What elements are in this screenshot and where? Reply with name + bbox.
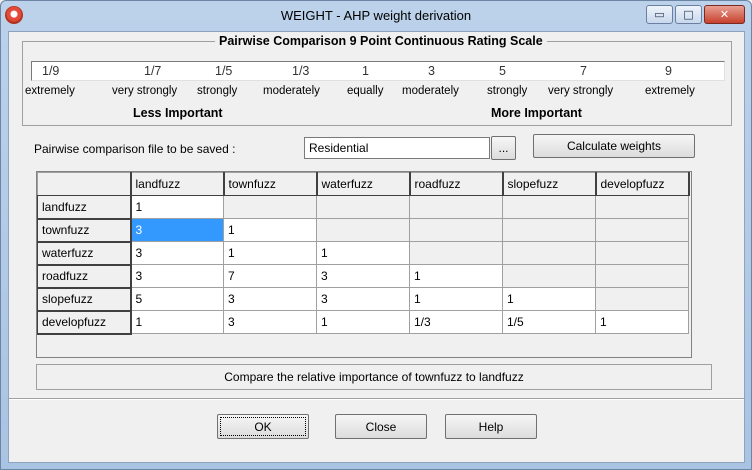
matrix-cell[interactable]: 5 xyxy=(130,287,224,311)
matrix-cell[interactable]: 1 xyxy=(409,264,503,288)
scale-word: extremely xyxy=(645,85,695,97)
matrix-cell xyxy=(502,218,596,242)
scale-word: strongly xyxy=(197,85,238,97)
matrix-cell xyxy=(316,195,410,219)
scale-value: 1/9 xyxy=(42,64,60,78)
scale-value: 1 xyxy=(362,64,369,78)
table-row: slopefuzz 5 3 3 1 1 xyxy=(37,287,689,312)
matrix-cell[interactable]: 3 xyxy=(316,287,410,311)
title-bar[interactable]: WEIGHT - AHP weight derivation ▭ □ ✕ xyxy=(1,1,751,31)
comparison-prompt: Compare the relative importance of townf… xyxy=(36,364,712,390)
table-row: waterfuzz 3 1 1 xyxy=(37,241,689,266)
footer-divider xyxy=(9,398,744,400)
window-title: WEIGHT - AHP weight derivation xyxy=(280,8,472,23)
scale-word: strongly xyxy=(487,85,528,97)
browse-file-button[interactable]: ... xyxy=(491,136,516,160)
scale-word: very strongly xyxy=(548,85,614,97)
matrix-cell[interactable]: 3 xyxy=(316,264,410,288)
calculate-weights-button[interactable]: Calculate weights xyxy=(533,134,695,158)
matrix-col-header: slopefuzz xyxy=(502,172,597,196)
matrix-row-header: slopefuzz xyxy=(37,287,132,312)
table-row: roadfuzz 3 7 3 1 xyxy=(37,264,689,289)
matrix-cell[interactable]: 7 xyxy=(223,264,317,288)
scale-value: 1/7 xyxy=(144,64,162,78)
scale-word: very strongly xyxy=(112,85,178,97)
maximize-button[interactable]: □ xyxy=(675,5,702,24)
dialog-window: WEIGHT - AHP weight derivation ▭ □ ✕ Pai… xyxy=(0,0,752,470)
matrix-row-header: waterfuzz xyxy=(37,241,132,266)
pairwise-matrix: landfuzz townfuzz waterfuzz roadfuzz slo… xyxy=(36,171,692,358)
scale-value: 1/3 xyxy=(292,64,310,78)
rating-scale-group: Pairwise Comparison 9 Point Continuous R… xyxy=(22,34,732,126)
matrix-cell xyxy=(502,264,596,288)
scale-value: 7 xyxy=(580,64,587,78)
scale-word: extremely xyxy=(25,85,75,97)
matrix-cell xyxy=(595,264,689,288)
table-row: landfuzz 1 xyxy=(37,195,689,220)
matrix-cell[interactable]: 3 xyxy=(130,264,224,288)
matrix-cell[interactable]: 1/3 xyxy=(409,310,503,334)
more-important-label: More Important xyxy=(491,106,582,120)
matrix-cell[interactable]: 1/5 xyxy=(502,310,596,334)
matrix-col-header: landfuzz xyxy=(130,172,225,196)
dialog-client: Pairwise Comparison 9 Point Continuous R… xyxy=(8,31,745,463)
close-button[interactable]: Close xyxy=(335,414,427,439)
scale-value: 5 xyxy=(499,64,506,78)
matrix-cell xyxy=(223,195,317,219)
scale-value: 1/5 xyxy=(215,64,233,78)
comparison-file-input[interactable]: Residential xyxy=(304,137,490,159)
matrix-cell[interactable]: 1 xyxy=(409,287,503,311)
scale-word: equally xyxy=(347,85,384,97)
matrix-cell[interactable]: 3 xyxy=(223,310,317,334)
rating-scale-title: Pairwise Comparison 9 Point Continuous R… xyxy=(215,34,547,48)
matrix-row-header: landfuzz xyxy=(37,195,132,220)
matrix-cell[interactable]: 1 xyxy=(223,218,317,242)
matrix-corner xyxy=(37,172,132,196)
matrix-cell[interactable]: 1 xyxy=(130,310,224,334)
matrix-cell xyxy=(502,241,596,265)
matrix-col-header: developfuzz xyxy=(595,172,690,196)
matrix-cell[interactable]: 1 xyxy=(316,310,410,334)
matrix-cell xyxy=(409,241,503,265)
matrix-cell xyxy=(409,218,503,242)
matrix-cell[interactable]: 3 xyxy=(223,287,317,311)
matrix-cell xyxy=(595,218,689,242)
matrix-cell xyxy=(595,195,689,219)
matrix-cell xyxy=(595,287,689,311)
matrix-row-header: roadfuzz xyxy=(37,264,132,289)
matrix-cell xyxy=(502,195,596,219)
matrix-cell[interactable]: 3 xyxy=(130,218,224,242)
matrix-cell[interactable]: 1 xyxy=(223,241,317,265)
matrix-cell xyxy=(316,218,410,242)
scale-value: 3 xyxy=(428,64,435,78)
matrix-cell[interactable]: 3 xyxy=(130,241,224,265)
matrix-col-header: roadfuzz xyxy=(409,172,504,196)
matrix-cell[interactable]: 1 xyxy=(130,195,224,219)
minimize-button[interactable]: ▭ xyxy=(646,5,673,24)
table-row: townfuzz 3 1 xyxy=(37,218,689,243)
matrix-cell xyxy=(595,241,689,265)
matrix-cell[interactable]: 1 xyxy=(316,241,410,265)
matrix-cell[interactable]: 1 xyxy=(595,310,689,334)
matrix-row-header: developfuzz xyxy=(37,310,132,335)
matrix-col-header: waterfuzz xyxy=(316,172,411,196)
matrix-cell[interactable]: 1 xyxy=(502,287,596,311)
scale-word: moderately xyxy=(263,85,320,97)
comparison-file-label: Pairwise comparison file to be saved : xyxy=(34,142,236,156)
matrix-cell xyxy=(409,195,503,219)
matrix-col-header: townfuzz xyxy=(223,172,318,196)
ok-button[interactable]: OK xyxy=(217,414,309,439)
rating-scale-bar xyxy=(31,61,725,81)
less-important-label: Less Important xyxy=(133,106,223,120)
table-row: developfuzz 1 3 1 1/3 1/5 1 xyxy=(37,310,689,335)
scale-value: 9 xyxy=(665,64,672,78)
scale-word: moderately xyxy=(402,85,459,97)
matrix-header-row: landfuzz townfuzz waterfuzz roadfuzz slo… xyxy=(37,172,690,196)
close-window-button[interactable]: ✕ xyxy=(704,5,745,24)
matrix-row-header: townfuzz xyxy=(37,218,132,243)
help-button[interactable]: Help xyxy=(445,414,537,439)
